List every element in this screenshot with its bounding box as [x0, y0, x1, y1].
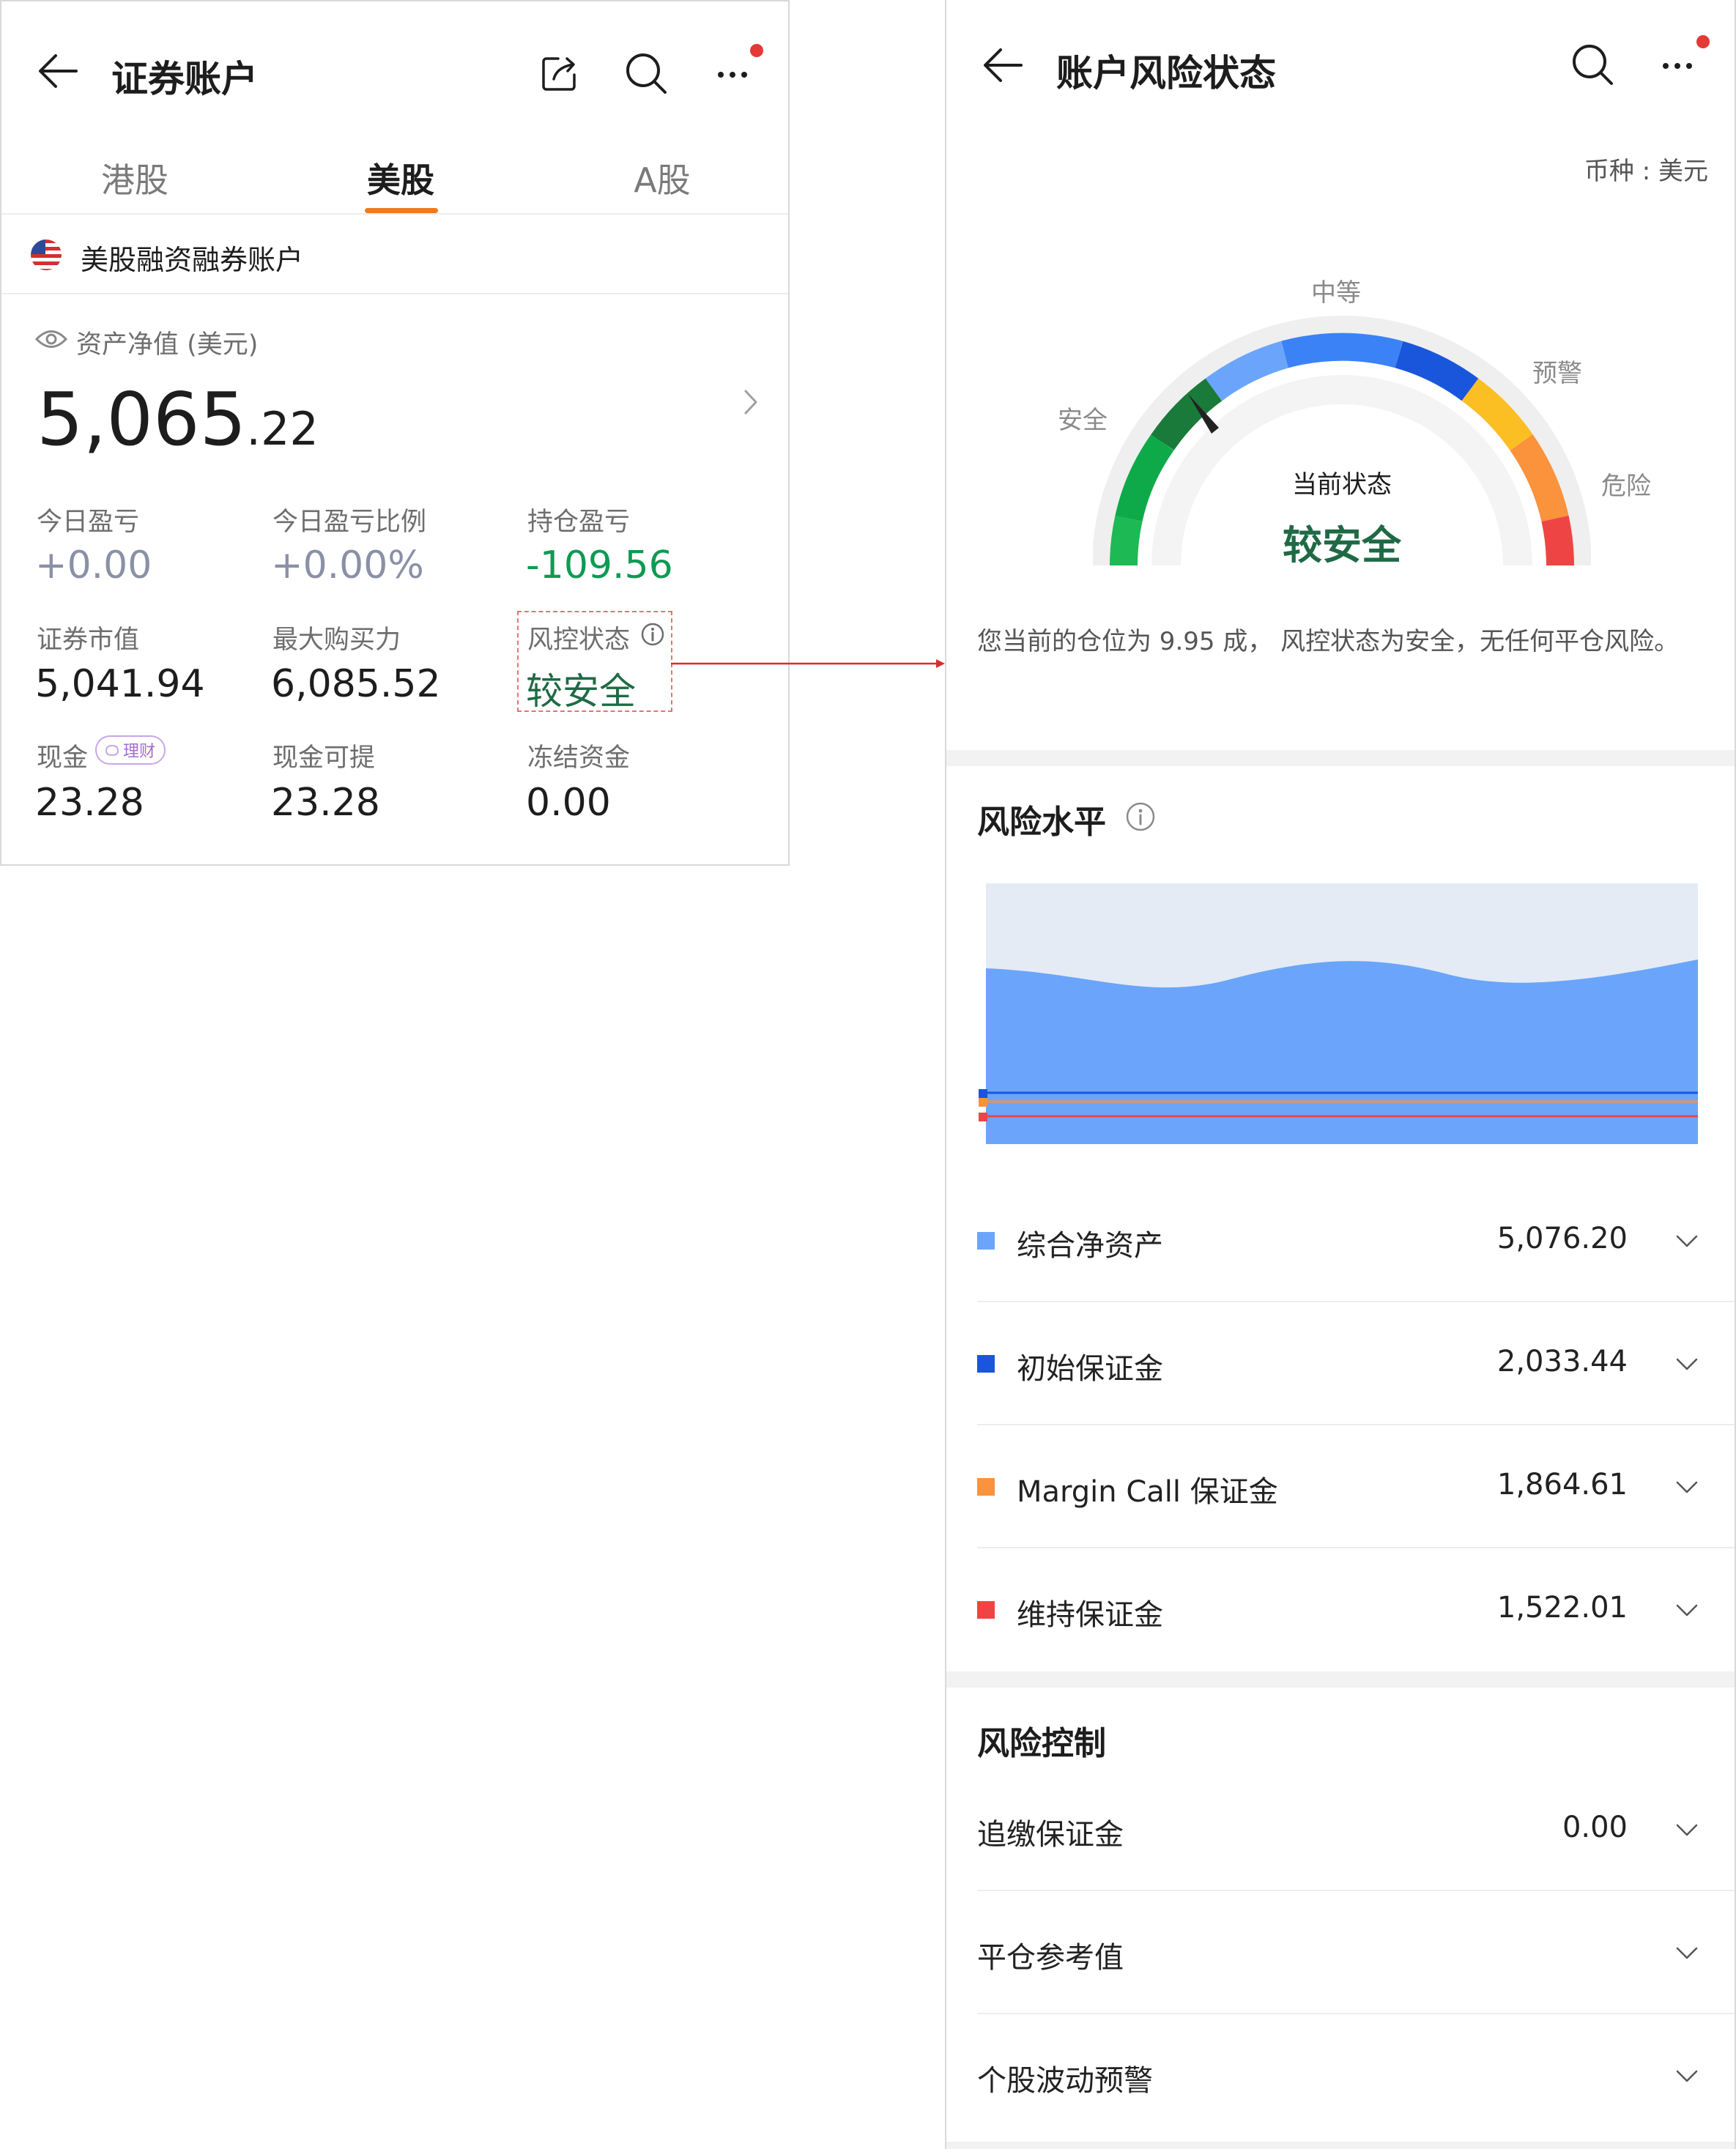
search-icon[interactable] [624, 51, 668, 95]
stat-value-risk-status: 较安全 [526, 670, 636, 713]
row-label-maintenance-margin[interactable]: 维持保证金 [1017, 1591, 1163, 1633]
stat-value-today-pl: +0.00 [35, 543, 152, 587]
notification-dot [750, 44, 763, 57]
divider [977, 1301, 1735, 1302]
stat-label-today-pl: 今日盈亏 [37, 508, 140, 537]
us-flag-icon [29, 238, 63, 272]
stat-label-position-pl: 持仓盈亏 [527, 508, 631, 537]
row-label-net-asset[interactable]: 综合净资产 [1017, 1222, 1163, 1264]
stat-label-cash: 现金 [37, 743, 89, 773]
piggy-icon [105, 744, 119, 757]
bottom-edge [946, 2142, 1735, 2149]
stat-label-frozen: 冻结资金 [527, 743, 631, 773]
divider [1, 213, 788, 215]
more-icon[interactable] [716, 63, 754, 85]
chevron-down-icon[interactable] [1676, 1234, 1698, 1249]
stat-value-withdrawable: 23.28 [271, 781, 380, 825]
gauge-label-medium: 中等 [1311, 278, 1361, 308]
page-title: 证券账户 [111, 58, 258, 100]
legend-swatch-maintenance-margin [977, 1601, 995, 1619]
connector-arrow [671, 656, 949, 671]
risk-description: 您当前的仓位为 9.95 成， 风控状态为安全，无任何平仓风险。 [977, 627, 1680, 656]
row-value-margin-call-due: 0.00 [1562, 1811, 1628, 1844]
row-value-maintenance-margin: 1,522.01 [1496, 1591, 1628, 1625]
share-icon[interactable] [539, 53, 580, 94]
current-status-label: 当前状态 [1292, 470, 1392, 500]
stat-label-market-value: 证券市值 [37, 626, 140, 655]
chevron-down-icon[interactable] [1676, 1603, 1698, 1618]
section-separator [946, 750, 1735, 766]
stat-label-buying-power: 最大购买力 [272, 626, 401, 655]
legend-swatch-net-asset [977, 1232, 995, 1250]
stat-label-risk-status: 风控状态 [527, 626, 631, 655]
divider [1, 293, 788, 294]
row-label-initial-margin[interactable]: 初始保证金 [1017, 1345, 1163, 1387]
wealth-badge[interactable]: 理财 [95, 735, 166, 765]
chevron-down-icon[interactable] [1676, 1823, 1698, 1838]
back-icon[interactable] [37, 53, 78, 89]
risk-level-chart [979, 883, 1704, 1148]
gauge-label-safe: 安全 [1058, 406, 1108, 435]
stat-value-today-pl-ratio: +0.00% [271, 543, 424, 587]
row-label-margin-call[interactable]: Margin Call 保证金 [1017, 1468, 1278, 1510]
row-label-stock-volatility-alert[interactable]: 个股波动预警 [977, 2057, 1153, 2099]
stat-value-market-value: 5,041.94 [35, 662, 205, 706]
row-value-net-asset: 5,076.20 [1496, 1222, 1628, 1255]
risk-control-title: 风险控制 [977, 1725, 1106, 1762]
notification-dot [1696, 35, 1710, 48]
currency-label: 币种 : 美元 [1584, 157, 1708, 186]
net-asset-value: 5,065.22 [37, 376, 319, 462]
tab-us-stocks[interactable]: 美股 [291, 154, 511, 202]
securities-account-panel: 证券账户 港股 美股 A股 美股融资融券账户 资产净值 (美元) 5,065.2… [0, 0, 790, 866]
chevron-down-icon[interactable] [1676, 1480, 1698, 1495]
page-title: 账户风险状态 [1056, 52, 1276, 94]
gauge-label-warning: 预警 [1532, 359, 1582, 388]
divider [977, 1424, 1735, 1425]
stat-label-today-pl-ratio: 今日盈亏比例 [272, 508, 427, 537]
wealth-badge-label: 理财 [123, 743, 156, 761]
current-status-value: 较安全 [1283, 522, 1401, 568]
chevron-down-icon[interactable] [1676, 1357, 1698, 1372]
row-value-margin-call: 1,864.61 [1496, 1468, 1628, 1502]
info-icon[interactable] [640, 622, 665, 647]
row-label-margin-call-due[interactable]: 追缴保证金 [977, 1811, 1124, 1853]
divider [977, 2013, 1735, 2014]
back-icon[interactable] [982, 47, 1023, 83]
stat-value-buying-power: 6,085.52 [271, 662, 441, 706]
divider [977, 1547, 1735, 1548]
chevron-down-icon[interactable] [1676, 1946, 1698, 1961]
active-tab-indicator [365, 208, 438, 213]
stat-value-frozen: 0.00 [526, 781, 611, 825]
legend-swatch-initial-margin [977, 1355, 995, 1373]
chevron-right-icon[interactable] [743, 388, 759, 416]
stat-label-withdrawable: 现金可提 [272, 743, 376, 773]
stat-value-position-pl: -109.56 [526, 543, 673, 587]
row-label-liquidation-reference[interactable]: 平仓参考值 [977, 1934, 1124, 1976]
section-separator [946, 1671, 1735, 1688]
more-icon[interactable] [1661, 54, 1699, 76]
gauge-label-danger: 危险 [1601, 472, 1651, 501]
tab-hk-stocks[interactable]: 港股 [25, 154, 245, 202]
net-asset-decimal: .22 [246, 402, 319, 456]
chevron-down-icon[interactable] [1676, 2069, 1698, 2084]
legend-swatch-margin-call [977, 1478, 995, 1496]
account-name[interactable]: 美股融资融券账户 [81, 237, 303, 278]
risk-level-title: 风险水平 [977, 803, 1106, 841]
row-value-initial-margin: 2,033.44 [1496, 1345, 1628, 1378]
account-risk-panel: 账户风险状态 币种 : 美元 安全 中等 预警 危险 当前状态 较安全 您当前的… [945, 0, 1736, 2149]
net-asset-integer: 5,065 [37, 376, 247, 462]
eye-icon[interactable] [35, 328, 67, 350]
info-icon[interactable] [1125, 801, 1156, 832]
search-icon[interactable] [1570, 42, 1614, 86]
tab-a-shares[interactable]: A股 [552, 154, 772, 202]
divider [977, 1890, 1735, 1891]
net-asset-label: 资产净值 (美元) [76, 330, 259, 360]
stat-value-cash: 23.28 [35, 781, 144, 825]
